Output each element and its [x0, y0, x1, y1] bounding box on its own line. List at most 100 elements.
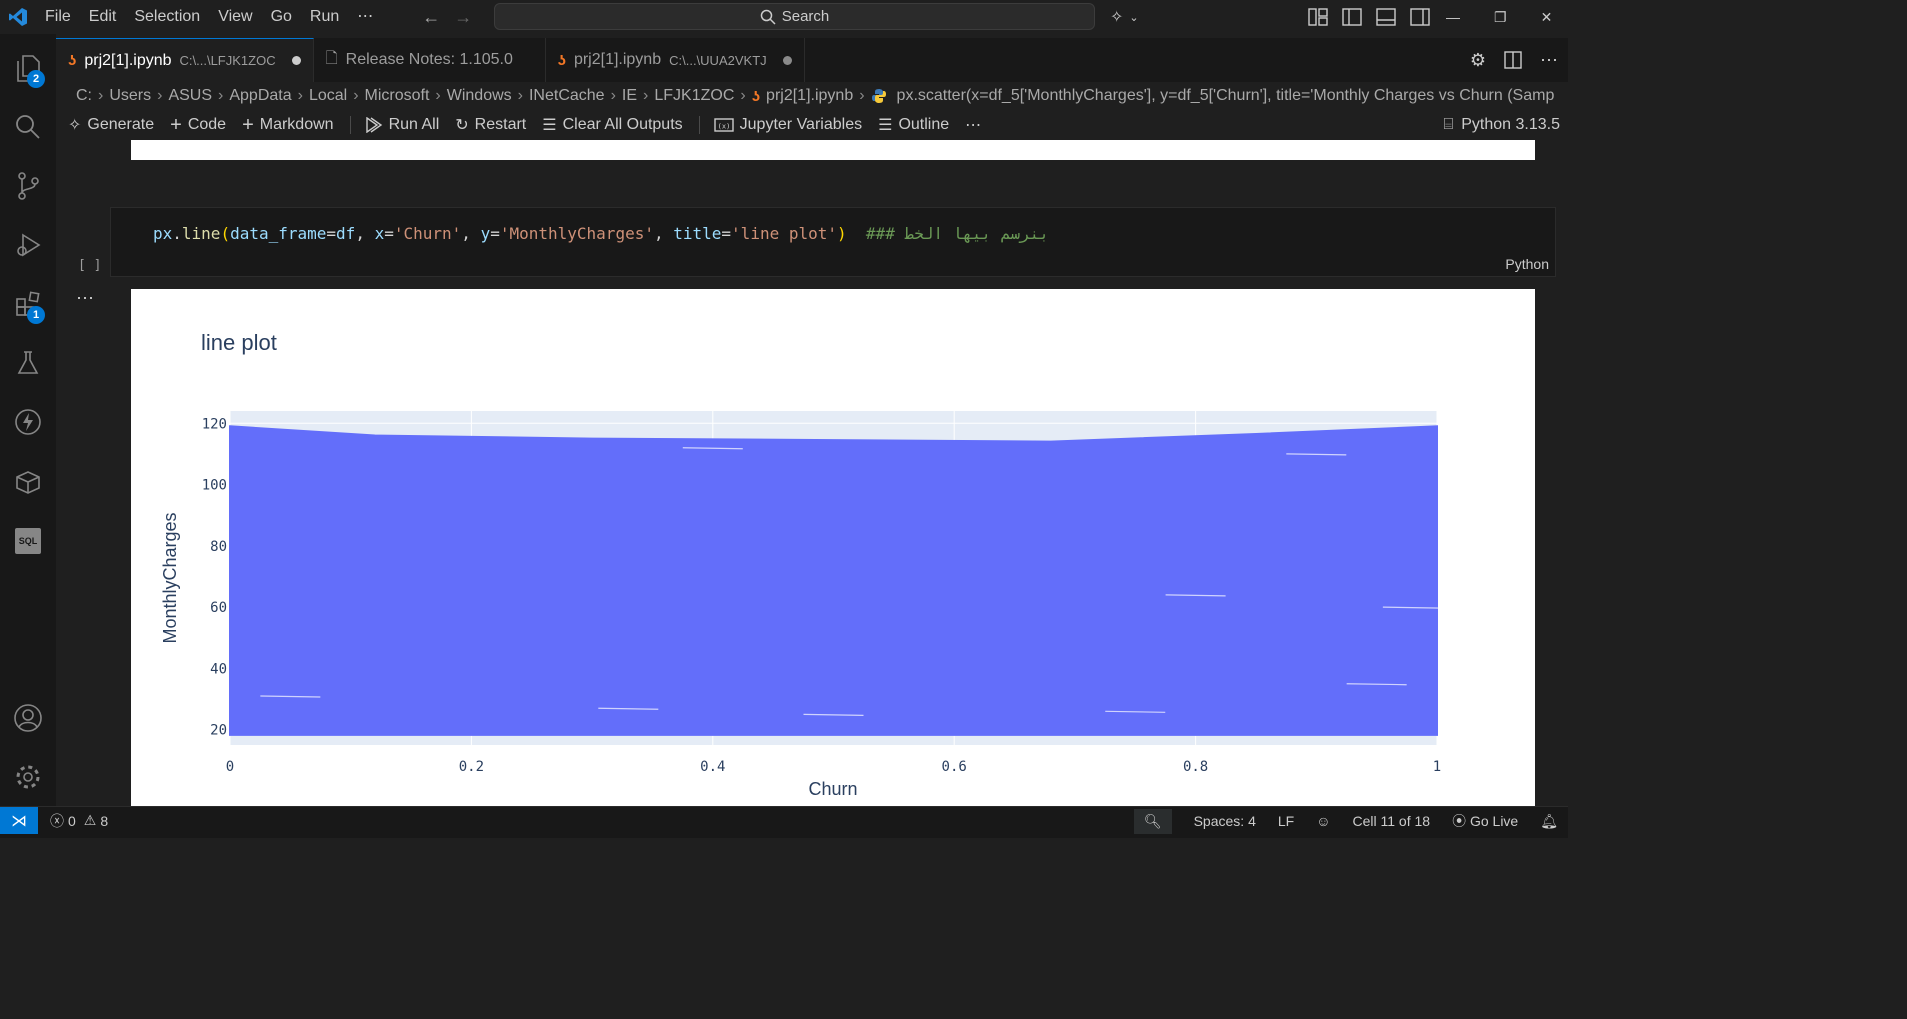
more-label: ⋯: [965, 117, 982, 134]
extensions-icon[interactable]: 1: [0, 282, 56, 326]
problems-indicator[interactable]: ⓧ 0 ⚠ 8: [50, 811, 108, 831]
split-editor-icon[interactable]: [1504, 51, 1522, 69]
breadcrumb-item[interactable]: Users: [109, 87, 151, 105]
plus-icon: +: [170, 113, 182, 136]
tab-prj2-uua2vktj[interactable]: ʖ prj2[1].ipynb C:\...\UUA2VKTJ: [546, 38, 805, 82]
menu-selection[interactable]: Selection: [125, 0, 209, 34]
code-cell[interactable]: px.line(data_frame=df, x='Churn', y='Mon…: [110, 207, 1556, 277]
plus-icon: +: [242, 113, 254, 136]
breadcrumb-symbol[interactable]: px.scatter(x=df_5['MonthlyCharges'], y=d…: [897, 87, 1555, 105]
remote-indicator-icon[interactable]: ⋊: [0, 806, 38, 835]
forward-arrow-icon[interactable]: →: [454, 7, 472, 28]
menu-file[interactable]: File: [36, 0, 80, 34]
run-all-label: Run All: [388, 116, 440, 133]
generate-button[interactable]: ✧ Generate: [68, 115, 154, 135]
jupyter-variables-button[interactable]: (x) Jupyter Variables: [713, 116, 862, 134]
testing-flask-icon[interactable]: [0, 341, 56, 385]
menu-edit[interactable]: Edit: [80, 0, 126, 34]
cell-output: line plot 20 40 60 80 100 120 0 0.2 0.4 0.6 0.8 1 …: [131, 289, 1535, 806]
kernel-picker[interactable]: ⌸ Python 3.13.5: [1444, 110, 1560, 140]
toggle-panel-icon[interactable]: [1376, 8, 1396, 26]
editor-tabs: ʖ prj2[1].ipynb C:\...\LFJK1ZOC 🗋 Releas…: [56, 38, 1568, 82]
chevron-down-icon[interactable]: ⌄: [1129, 11, 1138, 24]
cell-position-status[interactable]: Cell 11 of 18: [1353, 813, 1431, 829]
y-tick-label: 100: [202, 478, 227, 494]
copilot-icon[interactable]: ✧: [1110, 7, 1123, 27]
markdown-label: Markdown: [259, 116, 334, 133]
outline-label: Outline: [898, 116, 950, 133]
sparkle-icon: ✧: [68, 117, 82, 134]
x-axis-ticks: 0 0.2 0.4 0.6 0.8 1: [226, 759, 1441, 775]
go-live-label: Go Live: [1469, 813, 1519, 829]
menu-more[interactable]: ⋯: [348, 0, 382, 34]
command-center-search[interactable]: Search: [494, 3, 1095, 30]
notebook-settings-gear-icon[interactable]: ⚙: [1470, 50, 1486, 71]
toggle-primary-sidebar-icon[interactable]: [1342, 8, 1362, 26]
menu-go[interactable]: Go: [262, 0, 301, 34]
breadcrumb-item[interactable]: Microsoft: [365, 87, 430, 105]
error-icon: ⓧ: [50, 812, 64, 829]
lightning-icon[interactable]: [0, 400, 56, 444]
breadcrumb-item[interactable]: IE: [622, 87, 637, 105]
restart-label: Restart: [474, 116, 527, 133]
customize-layout-icon[interactable]: [1308, 8, 1328, 26]
back-arrow-icon[interactable]: ←: [422, 7, 440, 28]
add-markdown-cell-button[interactable]: + Markdown: [242, 114, 334, 137]
code-line[interactable]: px.line(data_frame=df, x='Churn', y='Mon…: [153, 224, 1049, 243]
go-live-button[interactable]: ⦿ Go Live: [1452, 811, 1518, 831]
clear-outputs-icon: ☰: [542, 117, 557, 134]
execution-count[interactable]: [ ]: [78, 258, 101, 273]
accounts-icon[interactable]: [0, 696, 56, 740]
x-tick-label: 0.2: [459, 759, 484, 775]
indentation-status[interactable]: Spaces: 4: [1194, 813, 1256, 829]
menu-run[interactable]: Run: [301, 0, 348, 34]
notebook-editor: [ ] px.line(data_frame=df, x='Churn', y=…: [56, 140, 1568, 806]
toolbar-more-button[interactable]: ⋯: [965, 115, 981, 135]
explorer-icon[interactable]: 2: [0, 46, 56, 90]
zoom-icon[interactable]: 🔍︎: [1133, 808, 1172, 834]
clear-all-outputs-button[interactable]: ☰ Clear All Outputs: [542, 115, 682, 135]
minimize-icon[interactable]: —: [1446, 9, 1460, 25]
output-more-button[interactable]: ⋯: [76, 288, 94, 309]
more-actions-icon[interactable]: ⋯: [1540, 50, 1558, 71]
tab-label: prj2[1].ipynb: [573, 51, 662, 68]
restart-button[interactable]: ↻ Restart: [455, 115, 526, 135]
copilot-status-icon[interactable]: ☺: [1316, 813, 1330, 829]
tab-release-notes[interactable]: 🗋 Release Notes: 1.105.0: [314, 38, 546, 82]
explorer-badge: 2: [27, 70, 45, 88]
breadcrumb-item[interactable]: C:: [76, 87, 92, 105]
containers-icon[interactable]: [0, 460, 56, 504]
unsaved-dot-icon[interactable]: [291, 56, 301, 65]
search-view-icon[interactable]: [0, 105, 56, 149]
breadcrumb-item[interactable]: INetCache: [529, 87, 605, 105]
close-icon[interactable]: ✕: [1541, 9, 1553, 26]
source-control-icon[interactable]: [0, 164, 56, 208]
breadcrumb-item[interactable]: ASUS: [168, 87, 212, 105]
breadcrumb-item[interactable]: AppData: [229, 87, 291, 105]
generate-label: Generate: [87, 116, 155, 133]
breadcrumb-item[interactable]: Windows: [447, 87, 512, 105]
x-tick-label: 0.6: [942, 759, 967, 775]
y-tick-label: 60: [210, 600, 227, 616]
settings-gear-icon[interactable]: [0, 755, 56, 799]
tab-prj2-lfjk1zoc[interactable]: ʖ prj2[1].ipynb C:\...\LFJK1ZOC: [56, 38, 314, 82]
code-comment: ### بنرسم بيها الخط: [865, 224, 1049, 243]
eol-status[interactable]: LF: [1278, 813, 1294, 829]
run-all-button[interactable]: Run All: [365, 116, 440, 134]
cell-language-label[interactable]: Python: [1505, 256, 1549, 272]
menu-view[interactable]: View: [209, 0, 261, 34]
breadcrumb-item[interactable]: LFJK1ZOC: [654, 87, 734, 105]
svg-text:(x): (x): [717, 123, 730, 131]
run-debug-icon[interactable]: [0, 223, 56, 267]
toggle-secondary-sidebar-icon[interactable]: [1410, 8, 1430, 26]
outline-button[interactable]: ☰ Outline: [878, 115, 949, 135]
breadcrumb-item[interactable]: prj2[1].ipynb: [766, 87, 853, 105]
kernel-label: Python 3.13.5: [1461, 116, 1560, 133]
unsaved-dot-icon[interactable]: [782, 55, 792, 65]
notifications-bell-icon[interactable]: 🔔︎: [1540, 813, 1558, 830]
breadcrumb-item[interactable]: Local: [309, 87, 347, 105]
sql-icon[interactable]: SQL: [0, 519, 56, 563]
add-code-cell-button[interactable]: + Code: [170, 114, 226, 137]
restore-icon[interactable]: ❐: [1494, 9, 1507, 26]
breadcrumb: C: › Users › ASUS › AppData › Local › Microso…: [56, 82, 1568, 110]
